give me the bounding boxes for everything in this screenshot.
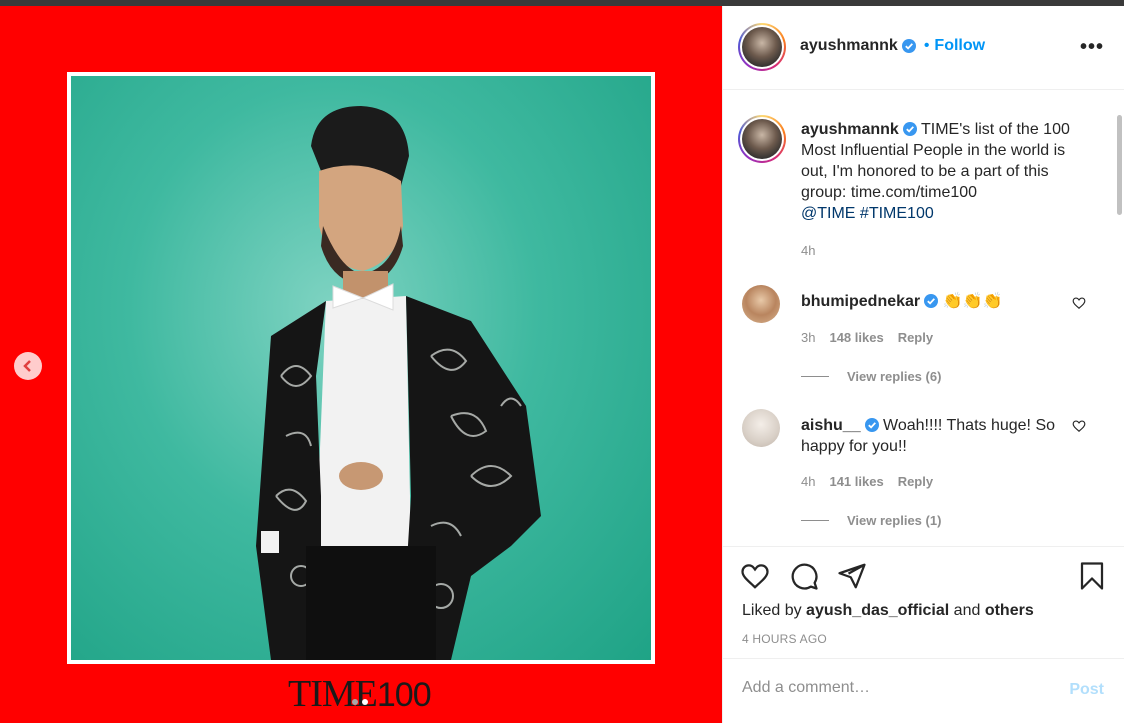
comment-icon[interactable] [789,561,819,591]
time-logo-number: 100 [376,676,432,714]
header-author-row: ayushmannk • Follow [800,37,985,55]
verified-badge-icon [902,122,917,136]
caption-username[interactable]: ayushmannk [801,121,899,138]
caption: ayushmannk TIME's list of the 100 Most I… [801,119,1091,224]
comments-scrollbar[interactable] [1117,115,1122,215]
liked-by-prefix: Liked by [742,602,802,619]
commenter-avatar[interactable] [742,409,780,447]
liked-by-and: and [953,602,981,619]
liked-by: Liked by ayush_das_official and others [742,602,1034,620]
comment-age[interactable]: 4h [801,474,815,489]
post-actions: Liked by ayush_das_official and others 4… [723,546,1124,658]
author-avatar[interactable] [738,23,786,71]
time-logo-brand: TIME [288,673,378,715]
verified-badge-icon [924,294,939,308]
view-replies-label: View replies (1) [847,513,942,528]
comment-meta: 3h 148 likes Reply [801,330,933,345]
post-media: TIME100 [0,6,722,723]
comment-likes[interactable]: 148 likes [829,330,883,345]
post-sidebar: ayushmannk • Follow ••• ayushmannk TIME'… [722,6,1124,723]
carousel-dots [352,699,368,705]
view-replies-button[interactable]: View replies (1) [801,513,941,528]
like-heart-icon[interactable] [740,561,770,591]
follow-separator: • [923,37,930,54]
add-comment-bar: Post [723,658,1124,723]
liked-by-others[interactable]: others [985,602,1034,619]
carousel-dot-active [362,699,368,705]
bookmark-icon[interactable] [1077,561,1107,591]
comment-like-heart-icon[interactable] [1072,419,1086,433]
verified-badge-icon [901,39,916,53]
caption-mention[interactable]: @TIME [801,205,855,222]
comment-input[interactable] [742,679,1042,697]
caption-hashtag[interactable]: #TIME100 [860,205,934,222]
comment-reply-button[interactable]: Reply [898,474,933,489]
photo-frame [67,72,655,664]
comment-meta: 4h 141 likes Reply [801,474,933,489]
post-comment-button[interactable]: Post [1069,681,1104,699]
comment-username[interactable]: bhumipednekar [801,293,920,310]
post-timestamp[interactable]: 4 HOURS AGO [742,632,827,646]
share-icon[interactable] [837,561,867,591]
comment: aishu__ Woah!!!! Thats huge! So happy fo… [801,415,1071,457]
liked-by-user[interactable]: ayush_das_official [806,602,949,619]
comment-likes[interactable]: 141 likes [829,474,883,489]
follow-button[interactable]: Follow [934,37,985,55]
comment-username[interactable]: aishu__ [801,417,861,434]
post-header: ayushmannk • Follow ••• [723,6,1124,90]
comment-reply-button[interactable]: Reply [898,330,933,345]
view-replies-label: View replies (6) [847,369,942,384]
commenter-avatar[interactable] [742,285,780,323]
caption-avatar[interactable] [738,115,786,163]
portrait-illustration [256,106,541,660]
more-options-icon[interactable]: ••• [1080,36,1104,59]
header-username[interactable]: ayushmannk [800,37,898,55]
caption-age[interactable]: 4h [801,243,815,258]
carousel-dot [352,699,358,705]
time100-logo: TIME100 [288,672,432,716]
comments-section[interactable]: ayushmannk TIME's list of the 100 Most I… [723,91,1124,546]
comment-text: 👏👏👏 [942,293,1003,310]
chevron-left-icon [23,360,31,372]
view-replies-button[interactable]: View replies (6) [801,369,941,384]
comment-age[interactable]: 3h [801,330,815,345]
verified-badge-icon [864,418,879,432]
comment-like-heart-icon[interactable] [1072,296,1086,310]
post-photo [71,76,651,660]
comment: bhumipednekar 👏👏👏 [801,291,1071,312]
carousel-prev-button[interactable] [14,352,42,380]
